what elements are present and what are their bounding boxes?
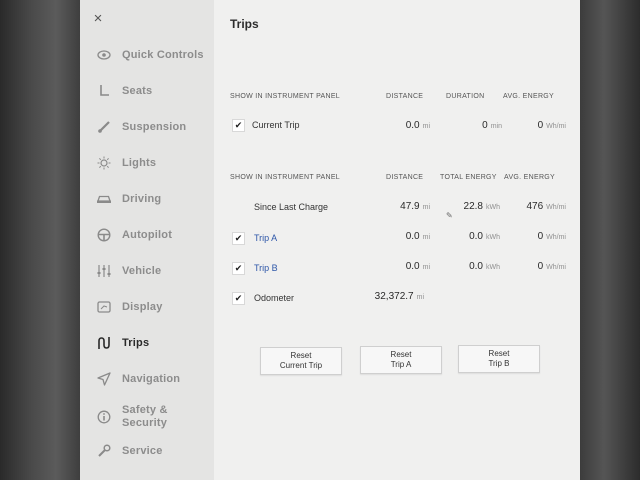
sidebar-item-driving[interactable]: Driving: [80, 183, 214, 215]
sidebar-item-label: Seats: [122, 84, 153, 97]
display-icon: [96, 299, 112, 315]
info-icon: [96, 409, 112, 425]
column-header-distance: DISTANCE: [386, 174, 424, 181]
trips-panel: Trips SHOW IN INSTRUMENT PANEL DISTANCE …: [214, 0, 580, 480]
current-trip-label: Current Trip: [252, 120, 300, 130]
odometer-value: 32,372.7 mi: [374, 291, 424, 302]
sidebar-item-trips[interactable]: Trips: [80, 327, 214, 359]
bulb-icon: [96, 155, 112, 171]
eye-icon: [96, 47, 112, 63]
sidebar-item-label: Quick Controls: [122, 48, 204, 61]
since-last-charge-label: Since Last Charge: [254, 202, 329, 212]
sidebar-item-label: Trips: [122, 336, 150, 349]
since-charge-distance: 47.9 mi: [400, 201, 430, 212]
column-header-duration: DURATION: [446, 93, 485, 100]
pin-icon: ✎: [446, 211, 453, 220]
reset-current-trip-button[interactable]: Reset Current Trip: [260, 347, 342, 375]
current-trip-distance: 0.0 mi: [405, 120, 430, 131]
trip-b-checkbox[interactable]: ✔: [232, 262, 245, 275]
wrench-icon: [96, 443, 112, 459]
trip-b-total-energy: 0.0 kWh: [469, 261, 500, 272]
page-title: Trips: [230, 17, 259, 31]
sidebar-item-safety-security[interactable]: Safety & Security: [80, 399, 214, 435]
sidebar-item-label: Navigation: [122, 372, 181, 385]
car-icon: [96, 191, 112, 207]
sidebar-item-lights[interactable]: Lights: [80, 147, 214, 179]
settings-sidebar: × Quick Controls Seats Suspension Lights: [80, 0, 214, 480]
car-interior-right: [580, 0, 640, 480]
sidebar-item-vehicle[interactable]: Vehicle: [80, 255, 214, 287]
sidebar-item-label: Autopilot: [122, 228, 173, 241]
current-trip-avg-energy: 0 Wh/mi: [537, 120, 566, 131]
reset-trip-a-button[interactable]: Reset Trip A: [360, 346, 442, 374]
column-header-show: SHOW IN INSTRUMENT PANEL: [230, 174, 341, 181]
column-header-avg-energy: AVG. ENERGY: [503, 93, 555, 100]
column-header-total-energy: TOTAL ENERGY: [440, 174, 497, 181]
sidebar-item-label: Lights: [122, 156, 157, 169]
sidebar-item-display[interactable]: Display: [80, 291, 214, 323]
sliders-icon: [96, 263, 112, 279]
sidebar-item-seats[interactable]: Seats: [80, 75, 214, 107]
sidebar-item-label-line2: Security: [122, 417, 168, 429]
current-trip-checkbox[interactable]: ✔: [232, 119, 245, 132]
sidebar-item-label: Service: [122, 444, 163, 457]
sidebar-item-label: Driving: [122, 192, 162, 205]
trip-b-avg-energy: 0 Wh/mi: [537, 261, 566, 272]
trip-a-distance: 0.0 mi: [405, 231, 430, 242]
column-header-avg-energy: AVG. ENERGY: [504, 174, 556, 181]
touchscreen: × Quick Controls Seats Suspension Lights: [80, 0, 580, 480]
sidebar-item-label: Suspension: [122, 120, 187, 133]
sidebar-item-autopilot[interactable]: Autopilot: [80, 219, 214, 251]
sidebar-item-suspension[interactable]: Suspension: [80, 111, 214, 143]
odometer-label: Odometer: [254, 293, 295, 303]
odometer-checkbox[interactable]: ✔: [232, 292, 245, 305]
trip-a-label[interactable]: Trip A: [254, 233, 277, 243]
since-charge-avg-energy: 476 Wh/mi: [526, 201, 566, 212]
navigation-arrow-icon: [96, 371, 112, 387]
column-header-distance: DISTANCE: [386, 93, 424, 100]
trip-a-avg-energy: 0 Wh/mi: [537, 231, 566, 242]
close-button[interactable]: ×: [90, 10, 106, 28]
trip-a-total-energy: 0.0 kWh: [469, 231, 500, 242]
sidebar-item-label-line1: Safety &: [122, 404, 168, 416]
column-header-show: SHOW IN INSTRUMENT PANEL: [230, 93, 341, 100]
current-trip-duration: 0 min: [482, 120, 502, 131]
suspension-icon: [96, 119, 112, 135]
sidebar-item-label: Safety & Security: [122, 404, 168, 430]
trip-b-distance: 0.0 mi: [405, 261, 430, 272]
trip-a-checkbox[interactable]: ✔: [232, 232, 245, 245]
steering-wheel-icon: [96, 227, 112, 243]
trips-icon: [96, 335, 112, 351]
sidebar-item-navigation[interactable]: Navigation: [80, 363, 214, 395]
sidebar-item-label: Vehicle: [122, 264, 162, 277]
trip-b-label[interactable]: Trip B: [254, 263, 278, 273]
seat-icon: [96, 83, 112, 99]
sidebar-item-quick-controls[interactable]: Quick Controls: [80, 39, 214, 71]
car-interior-left: [0, 0, 80, 480]
reset-trip-b-button[interactable]: Reset Trip B: [458, 345, 540, 373]
sidebar-item-service[interactable]: Service: [80, 435, 214, 467]
sidebar-item-label: Display: [122, 300, 163, 313]
